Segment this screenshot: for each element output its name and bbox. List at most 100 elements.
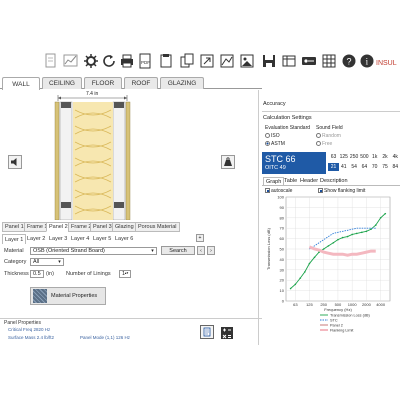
layer-tab-6[interactable]: Layer 6 (113, 234, 135, 244)
graph-tab-table[interactable]: Table (282, 177, 299, 185)
grid-button[interactable] (320, 52, 338, 70)
tl-point (351, 233, 353, 236)
speaker-icon (11, 158, 17, 166)
report-button[interactable] (200, 325, 214, 339)
tab-roof[interactable]: ROOF (124, 77, 158, 89)
graph-button[interactable] (62, 52, 80, 70)
tl-point (313, 256, 316, 259)
vertical-divider (258, 90, 259, 345)
stepper-icon: ▴▾ (124, 271, 129, 275)
speaker-source-button[interactable] (8, 155, 22, 169)
app-window: PDF? i INSUL WALL CEILING FLOOR ROOF GLAZING (0, 0, 400, 400)
critical-freq-text: Critical Freq 2820 Hz (8, 327, 51, 332)
image-export-button[interactable] (238, 52, 256, 70)
gear-icon (84, 54, 98, 68)
y-tick-label: 70 (280, 226, 285, 231)
radio-checked-icon (265, 141, 270, 146)
panel-tab-panel-3[interactable]: Panel 3 (90, 222, 115, 232)
material-value: OSB (Oriented Strand Board) (33, 248, 105, 254)
tab-ceiling[interactable]: CEILING (42, 77, 82, 89)
free-label: Free (322, 140, 333, 147)
material-properties-button[interactable]: Material Properties (30, 287, 106, 305)
category-select[interactable]: All ▾ (30, 258, 64, 266)
sheet-button[interactable] (280, 52, 298, 70)
help-icon: ? (342, 54, 356, 68)
main-tabs: WALL CEILING FLOOR ROOF GLAZING (0, 76, 262, 90)
x-tick-label: 4000 (376, 302, 386, 307)
panel-tab-panel-2[interactable]: Panel 2 (46, 222, 71, 232)
freq-header: 4k (392, 154, 398, 160)
next-material-button[interactable]: › (207, 246, 215, 255)
surface-mass-text: Surface Mass 2.4 lb/ft2 (8, 335, 55, 340)
print-icon (121, 54, 133, 68)
legend-label: Panel 2 (330, 324, 343, 328)
layer-tab-1[interactable]: Layer 1 (2, 234, 27, 244)
material-select[interactable]: OSB (Oriented Strand Board) ▾ (30, 247, 157, 255)
gear-button[interactable] (82, 52, 100, 70)
tab-wall[interactable]: WALL (2, 77, 40, 90)
export-button[interactable] (198, 52, 216, 70)
toolbar: PDF? i (0, 50, 400, 74)
help-button[interactable]: ? (340, 52, 358, 70)
random-radio[interactable]: Random (316, 133, 341, 139)
material-properties-label: Material Properties (51, 293, 98, 299)
plus-icon: + (198, 235, 202, 241)
layer-tab-3[interactable]: Layer 3 (47, 234, 69, 244)
new-file-button[interactable] (42, 52, 60, 70)
calc-settings-label: Calculation Settings (263, 115, 312, 121)
tab-glazing[interactable]: GLAZING (160, 77, 204, 89)
astm-radio[interactable]: ASTM (265, 141, 285, 147)
add-layer-button[interactable]: + (196, 234, 204, 242)
print-button[interactable] (118, 52, 136, 70)
refresh-button[interactable] (100, 52, 118, 70)
tl-point (304, 271, 306, 273)
copy-button[interactable] (178, 52, 196, 70)
iso-label: ISO (271, 132, 280, 139)
iso-radio[interactable]: ISO (265, 133, 280, 139)
image-export-icon (240, 54, 254, 68)
key-button[interactable] (300, 52, 318, 70)
pdf-button[interactable]: PDF (136, 52, 154, 70)
info-icon: i (360, 54, 374, 68)
clipboard-button[interactable] (157, 52, 175, 70)
y-tick-label: 10 (280, 288, 285, 293)
tl-point (289, 287, 292, 290)
graph-tab-header[interactable]: Header (298, 177, 320, 185)
panel-tab-porous-material[interactable]: Porous Material (135, 222, 180, 232)
layer-tab-4[interactable]: Layer 4 (69, 234, 91, 244)
stc-result-box: STC 66 OITC 49 (262, 152, 326, 174)
key-icon (302, 57, 316, 65)
panel-mode-text: Panel Mode (1,1) 126 Hz (80, 335, 131, 340)
legend-label: STC (330, 319, 338, 323)
graph-tab-description[interactable]: Description (318, 177, 350, 185)
y-tick-label: 100 (277, 195, 284, 200)
panel-tab-panel-1[interactable]: Panel 1 (2, 222, 27, 232)
layer-tabs: Layer 1 Layer 2 Layer 3 Layer 4 Layer 5 Layer… (2, 234, 252, 244)
save-button[interactable] (260, 52, 278, 70)
thickness-input[interactable]: 0.5 (30, 270, 44, 278)
receiver-button[interactable] (221, 155, 235, 169)
grid-icon (322, 54, 336, 68)
layer-tab-5[interactable]: Layer 5 (91, 234, 113, 244)
info-button[interactable]: i (358, 52, 376, 70)
tl-point (346, 235, 349, 238)
thickness-value: 0.5 (33, 271, 41, 277)
accuracy-label: Accuracy (263, 101, 286, 107)
chart-svg: 010203040506070809010063 125 250 500 1000 200… (266, 195, 391, 333)
random-label: Random (322, 132, 341, 139)
layer-tab-2[interactable]: Layer 2 (25, 234, 47, 244)
linings-stepper[interactable]: 1 ▴▾ (119, 270, 131, 278)
panel-tab-glazing[interactable]: Glazing (112, 222, 137, 232)
prev-material-button[interactable]: ‹ (197, 246, 205, 255)
search-button[interactable]: Search (161, 246, 195, 255)
map-button[interactable] (218, 52, 236, 70)
freq-value: 84 (392, 164, 399, 170)
tl-point (337, 238, 339, 241)
radio-icon (316, 133, 321, 138)
eval-standard-label: Evaluation Standard (265, 125, 311, 131)
transmission-loss-chart: 0 10 20 30 40 50 60 70 80 90 100 63 125 250 500 1000 200… (262, 193, 400, 340)
tab-floor[interactable]: FLOOR (84, 77, 122, 89)
free-radio[interactable]: Free (316, 141, 332, 147)
calculator-button[interactable] (219, 325, 235, 340)
chevron-down-icon: ▾ (58, 259, 61, 265)
